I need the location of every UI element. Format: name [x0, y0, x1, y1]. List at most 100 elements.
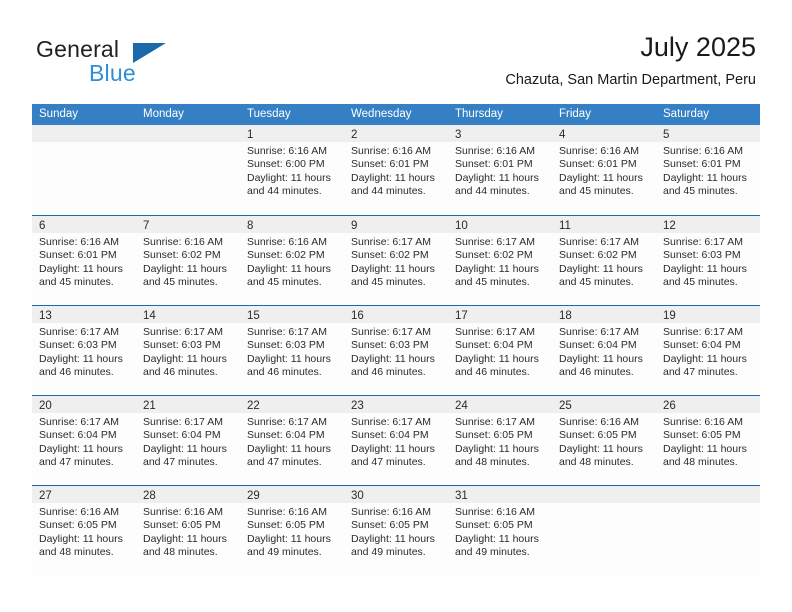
calendar-day-cell[interactable]: 6 Sunrise: 6:16 AM Sunset: 6:01 PM Daylight…: [32, 216, 136, 305]
day-sunset-text: Sunset: 6:04 PM: [559, 339, 637, 352]
calendar-day-cell[interactable]: 7 Sunrise: 6:16 AM Sunset: 6:02 PM Daylight…: [136, 216, 240, 305]
page-title: July 2025: [640, 32, 756, 62]
day-number-band: 26: [656, 396, 760, 413]
day-sun-info: Sunrise: 6:16 AM Sunset: 6:01 PM Daylight:…: [552, 142, 656, 199]
day-sunset-text: Sunset: 6:04 PM: [663, 339, 741, 352]
day-sunrise-text: Sunrise: 6:16 AM: [247, 506, 327, 518]
day-sunrise-text: Sunrise: 6:17 AM: [351, 416, 431, 428]
day-daylight-text: Daylight: 11 hours: [663, 171, 747, 184]
day-sunrise-text: Sunrise: 6:17 AM: [247, 326, 327, 338]
day-daylight-text: and 48 minutes.: [39, 546, 114, 559]
day-sunset-text: Sunset: 6:04 PM: [455, 339, 533, 352]
calendar-day-cell[interactable]: 19 Sunrise: 6:17 AM Sunset: 6:04 PM Dayligh…: [656, 306, 760, 395]
day-sun-info: Sunrise: 6:17 AM Sunset: 6:04 PM Daylight:…: [344, 413, 448, 470]
day-daylight-text: and 49 minutes.: [247, 546, 322, 559]
day-number: 11: [559, 220, 571, 232]
day-sunrise-text: Sunrise: 6:17 AM: [663, 236, 743, 248]
calendar-day-cell[interactable]: 18 Sunrise: 6:17 AM Sunset: 6:04 PM Dayligh…: [552, 306, 656, 395]
calendar-day-cell[interactable]: 4 Sunrise: 6:16 AM Sunset: 6:01 PM Daylight…: [552, 125, 656, 215]
day-number-band: 10: [448, 216, 552, 233]
calendar-day-cell[interactable]: 11 Sunrise: 6:17 AM Sunset: 6:02 PM Dayligh…: [552, 216, 656, 305]
day-sun-info: Sunrise: 6:17 AM Sunset: 6:05 PM Daylight:…: [448, 413, 552, 470]
day-number: 28: [143, 490, 156, 502]
calendar-day-cell[interactable]: 27 Sunrise: 6:16 AM Sunset: 6:05 PM Dayligh…: [32, 486, 136, 575]
day-number: 10: [455, 220, 468, 232]
weekday-header-saturday: Saturday: [663, 108, 710, 120]
day-number: 3: [455, 129, 462, 141]
day-number-band: 8: [240, 216, 344, 233]
calendar-day-cell[interactable]: 24 Sunrise: 6:17 AM Sunset: 6:05 PM Dayligh…: [448, 396, 552, 485]
calendar-day-cell[interactable]: 29 Sunrise: 6:16 AM Sunset: 6:05 PM Dayligh…: [240, 486, 344, 575]
calendar-day-cell[interactable]: 2 Sunrise: 6:16 AM Sunset: 6:01 PM Daylight…: [344, 125, 448, 215]
calendar-day-cell[interactable]: 14 Sunrise: 6:17 AM Sunset: 6:03 PM Dayligh…: [136, 306, 240, 395]
day-sun-info: Sunrise: 6:16 AM Sunset: 6:01 PM Daylight:…: [656, 142, 760, 199]
calendar-day-cell[interactable]: 25 Sunrise: 6:16 AM Sunset: 6:05 PM Dayligh…: [552, 396, 656, 485]
day-number-band: 19: [656, 306, 760, 323]
day-sun-info: Sunrise: 6:17 AM Sunset: 6:02 PM Daylight:…: [552, 233, 656, 290]
day-number: 21: [143, 400, 156, 412]
calendar-day-cell[interactable]: 10 Sunrise: 6:17 AM Sunset: 6:02 PM Dayligh…: [448, 216, 552, 305]
day-number-band: 22: [240, 396, 344, 413]
day-daylight-text: and 45 minutes.: [559, 185, 634, 198]
day-daylight-text: Daylight: 11 hours: [663, 442, 747, 455]
day-sunset-text: Sunset: 6:04 PM: [247, 429, 325, 442]
day-daylight-text: and 45 minutes.: [351, 276, 426, 289]
day-sun-info: Sunrise: 6:16 AM Sunset: 6:05 PM Daylight:…: [32, 503, 136, 560]
calendar-day-cell[interactable]: 16 Sunrise: 6:17 AM Sunset: 6:03 PM Dayligh…: [344, 306, 448, 395]
calendar-day-cell[interactable]: 26 Sunrise: 6:16 AM Sunset: 6:05 PM Dayligh…: [656, 396, 760, 485]
day-daylight-text: and 48 minutes.: [663, 456, 738, 469]
day-daylight-text: Daylight: 11 hours: [559, 171, 643, 184]
day-number-band: 16: [344, 306, 448, 323]
calendar-day-cell[interactable]: 31 Sunrise: 6:16 AM Sunset: 6:05 PM Dayligh…: [448, 486, 552, 575]
day-sun-info: Sunrise: 6:16 AM Sunset: 6:01 PM Daylight:…: [448, 142, 552, 199]
day-sun-info: Sunrise: 6:16 AM Sunset: 6:05 PM Daylight:…: [552, 413, 656, 470]
day-number-band: 14: [136, 306, 240, 323]
calendar-day-cell[interactable]: 1 Sunrise: 6:16 AM Sunset: 6:00 PM Daylight…: [240, 125, 344, 215]
day-number-band: 6: [32, 216, 136, 233]
calendar-day-cell[interactable]: 17 Sunrise: 6:17 AM Sunset: 6:04 PM Dayligh…: [448, 306, 552, 395]
day-sun-info: Sunrise: 6:17 AM Sunset: 6:03 PM Daylight:…: [32, 323, 136, 380]
day-daylight-text: and 48 minutes.: [455, 456, 530, 469]
calendar-day-cell[interactable]: 13 Sunrise: 6:17 AM Sunset: 6:03 PM Dayligh…: [32, 306, 136, 395]
day-sunrise-text: Sunrise: 6:16 AM: [455, 145, 535, 157]
day-daylight-text: Daylight: 11 hours: [351, 532, 435, 545]
weekday-header-row: Sunday Monday Tuesday Wednesday Thursday…: [32, 104, 760, 125]
weekday-header-wednesday: Wednesday: [351, 108, 412, 120]
day-sunset-text: Sunset: 6:04 PM: [351, 429, 429, 442]
day-daylight-text: and 47 minutes.: [351, 456, 426, 469]
calendar-day-cell[interactable]: 5 Sunrise: 6:16 AM Sunset: 6:01 PM Daylight…: [656, 125, 760, 215]
day-sunrise-text: Sunrise: 6:17 AM: [143, 416, 223, 428]
calendar-day-cell[interactable]: 8 Sunrise: 6:16 AM Sunset: 6:02 PM Daylight…: [240, 216, 344, 305]
day-number-band: [656, 486, 760, 503]
day-daylight-text: and 46 minutes.: [247, 366, 322, 379]
calendar-day-cell[interactable]: 15 Sunrise: 6:17 AM Sunset: 6:03 PM Dayligh…: [240, 306, 344, 395]
calendar-day-cell[interactable]: 28 Sunrise: 6:16 AM Sunset: 6:05 PM Dayligh…: [136, 486, 240, 575]
day-daylight-text: Daylight: 11 hours: [455, 352, 539, 365]
calendar-day-cell[interactable]: 21 Sunrise: 6:17 AM Sunset: 6:04 PM Dayligh…: [136, 396, 240, 485]
day-sun-info: Sunrise: 6:17 AM Sunset: 6:04 PM Daylight:…: [32, 413, 136, 470]
day-sun-info: Sunrise: 6:16 AM Sunset: 6:05 PM Daylight:…: [448, 503, 552, 560]
calendar-day-cell[interactable]: 9 Sunrise: 6:17 AM Sunset: 6:02 PM Daylight…: [344, 216, 448, 305]
day-daylight-text: Daylight: 11 hours: [39, 262, 123, 275]
day-daylight-text: Daylight: 11 hours: [39, 442, 123, 455]
day-number-band: 29: [240, 486, 344, 503]
day-number-band: 5: [656, 125, 760, 142]
day-sun-info: Sunrise: 6:17 AM Sunset: 6:04 PM Daylight:…: [240, 413, 344, 470]
day-sunset-text: Sunset: 6:01 PM: [39, 249, 117, 262]
calendar-day-cell[interactable]: 30 Sunrise: 6:16 AM Sunset: 6:05 PM Dayligh…: [344, 486, 448, 575]
calendar-day-cell[interactable]: 22 Sunrise: 6:17 AM Sunset: 6:04 PM Dayligh…: [240, 396, 344, 485]
calendar-day-cell[interactable]: 3 Sunrise: 6:16 AM Sunset: 6:01 PM Daylight…: [448, 125, 552, 215]
day-sunset-text: Sunset: 6:05 PM: [455, 429, 533, 442]
day-sunrise-text: Sunrise: 6:17 AM: [143, 326, 223, 338]
day-number-band: 24: [448, 396, 552, 413]
calendar-day-cell[interactable]: 23 Sunrise: 6:17 AM Sunset: 6:04 PM Dayligh…: [344, 396, 448, 485]
day-sun-info: Sunrise: 6:16 AM Sunset: 6:05 PM Daylight:…: [656, 413, 760, 470]
day-daylight-text: Daylight: 11 hours: [247, 532, 331, 545]
calendar-day-cell[interactable]: 12 Sunrise: 6:17 AM Sunset: 6:03 PM Dayligh…: [656, 216, 760, 305]
day-number-band: 20: [32, 396, 136, 413]
day-daylight-text: Daylight: 11 hours: [39, 532, 123, 545]
calendar-day-cell[interactable]: 20 Sunrise: 6:17 AM Sunset: 6:04 PM Dayligh…: [32, 396, 136, 485]
day-number: 13: [39, 310, 52, 322]
day-sunrise-text: Sunrise: 6:16 AM: [559, 416, 639, 428]
day-daylight-text: Daylight: 11 hours: [455, 532, 539, 545]
